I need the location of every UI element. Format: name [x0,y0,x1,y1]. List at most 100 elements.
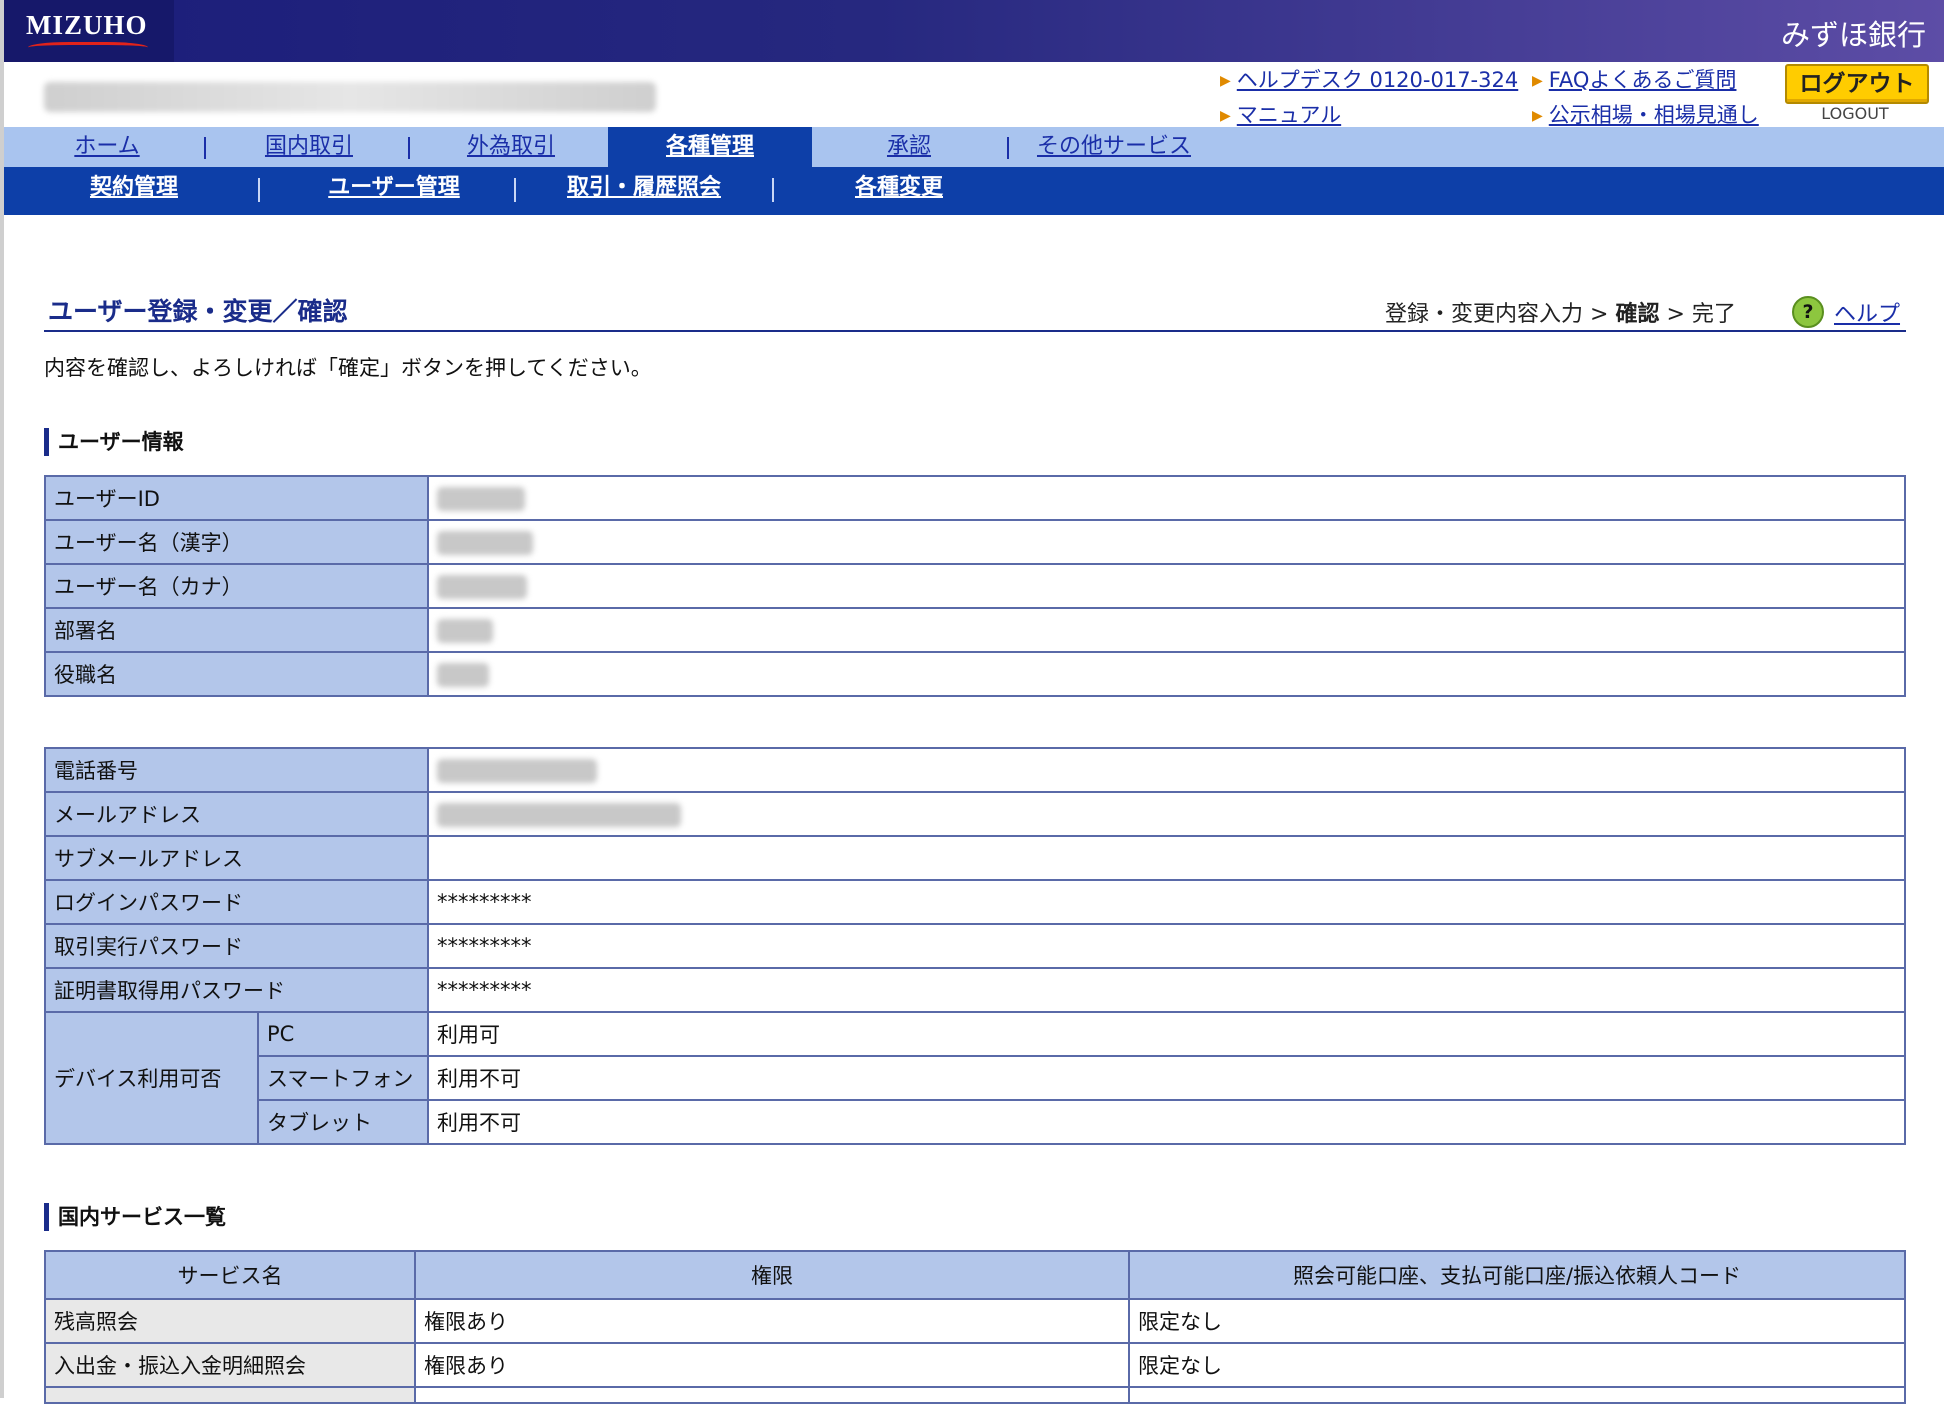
login-password-label: ログインパスワード [44,879,429,925]
table-row: ユーザーID [44,475,1906,521]
subtab-history[interactable]: 取引・履歴照会 [544,167,744,209]
service-permission: 権限あり [414,1298,1130,1344]
table-row: 部署名 [44,607,1906,653]
company-name-redacted [44,82,656,112]
table-row: 証明書取得用パスワード ********* [44,967,1906,1013]
table-row [44,1386,1906,1404]
arrow-right-icon: ▶ [1532,108,1543,124]
subtab-user-management[interactable]: ユーザー管理 [294,167,494,209]
table-row: デバイス利用可否 PC 利用可 [44,1011,1906,1145]
table-row: メールアドレス [44,791,1906,837]
tab-management[interactable]: 各種管理 [608,127,812,167]
tab-forex[interactable]: 外為取引 [444,127,578,167]
certificate-password-label: 証明書取得用パスワード [44,967,429,1013]
step-input: 登録・変更内容入力 [1385,302,1584,327]
nav-separator [772,178,774,202]
nav-separator [204,137,206,159]
device-availability-label: デバイス利用可否 [44,1011,259,1145]
device-pc-value: 利用可 [427,1011,1906,1057]
redacted-value [437,530,533,555]
faq-link-label: FAQよくあるご質問 [1548,68,1737,92]
tab-home[interactable]: ホーム [44,127,170,167]
redacted-value [437,574,527,599]
position-label: 役職名 [44,651,429,697]
table-row: ログインパスワード ********* [44,879,1906,925]
logo-swoosh-icon [28,42,148,53]
title-divider [44,330,1906,332]
redacted-value [437,662,489,687]
manual-link-label: マニュアル [1236,103,1342,127]
device-pc-label: PC [257,1011,429,1057]
service-accounts-partial [1128,1386,1906,1404]
login-password-value: ********* [427,879,1906,925]
email-value [427,791,1906,837]
user-id-value [427,475,1906,521]
contact-table: 電話番号 メールアドレス サブメールアドレス ログインパスワード *******… [44,747,1906,1145]
column-header-permission: 権限 [414,1250,1130,1300]
department-value [427,607,1906,653]
sub-email-label: サブメールアドレス [44,835,429,881]
device-smartphone-value: 利用不可 [427,1055,1906,1101]
market-link[interactable]: ▶ 公示相場・相場見通し [1532,99,1759,129]
help-link[interactable]: ヘルプ [1834,296,1900,328]
help-icon[interactable]: ? [1792,296,1824,328]
arrow-right-icon: ▶ [1220,108,1231,124]
market-link-label: 公示相場・相場見通し [1548,103,1759,127]
table-row: 役職名 [44,651,1906,697]
column-header-service: サービス名 [44,1250,416,1300]
tab-approval[interactable]: 承認 [844,127,974,167]
service-name-partial [44,1386,416,1404]
section-heading-services: 国内サービス一覧 [44,1203,226,1231]
table-row: 取引実行パスワード ********* [44,923,1906,969]
table-row: 残高照会 権限あり 限定なし [44,1298,1906,1344]
user-id-label: ユーザーID [44,475,429,521]
nav-separator [514,178,516,202]
email-label: メールアドレス [44,791,429,837]
helpdesk-link[interactable]: ▶ ヘルプデスク 0120-017-324 [1220,64,1518,94]
step-confirm: 確認 [1615,302,1660,327]
main-nav: ホーム 国内取引 外為取引 各種管理 承認 その他サービス [4,127,1944,167]
device-smartphone-label: スマートフォン [257,1055,429,1101]
user-name-kanji-label: ユーザー名（漢字） [44,519,429,565]
arrow-right-icon: ▶ [1220,73,1231,89]
table-row: 電話番号 [44,747,1906,793]
helpdesk-link-label: ヘルプデスク 0120-017-324 [1236,68,1519,92]
user-name-kana-label: ユーザー名（カナ） [44,563,429,609]
tab-domestic[interactable]: 国内取引 [244,127,374,167]
redacted-value [437,486,525,511]
arrow-right-icon: ▶ [1532,73,1543,89]
faq-link[interactable]: ▶ FAQよくあるご質問 [1532,64,1736,94]
step-separator: > [1590,302,1609,327]
nav-separator [258,178,260,202]
logout-button[interactable]: ログアウト [1785,64,1929,104]
table-row: スマートフォン 利用不可 [45,1055,1906,1101]
table-header-row: サービス名 権限 照会可能口座、支払可能口座/振込依頼人コード [44,1250,1906,1300]
sub-nav: 契約管理 ユーザー管理 取引・履歴照会 各種変更 [4,167,1944,215]
step-separator: > [1666,302,1685,327]
redacted-value [437,758,597,783]
certificate-password-value: ********* [427,967,1906,1013]
subtab-changes[interactable]: 各種変更 [814,167,984,209]
transaction-password-value: ********* [427,923,1906,969]
device-tablet-value: 利用不可 [427,1099,1906,1145]
user-name-kanji-value [427,519,1906,565]
progress-steps: 登録・変更内容入力 > 確認 > 完了 [1385,296,1736,328]
logout-sub-label: LOGOUT [1821,104,1889,123]
tab-other-services[interactable]: その他サービス [1024,127,1204,167]
redacted-value [437,618,493,643]
phone-value [427,747,1906,793]
redacted-value [437,802,681,827]
bank-name: みずほ銀行 [1780,18,1926,52]
nav-separator [408,137,410,159]
user-name-kana-value [427,563,1906,609]
mizuho-logo[interactable]: MIZUHO [26,10,148,41]
table-row: タブレット 利用不可 [45,1099,1906,1145]
column-header-accounts: 照会可能口座、支払可能口座/振込依頼人コード [1128,1250,1906,1300]
service-permission-partial [414,1386,1130,1404]
service-name: 入出金・振込入金明細照会 [44,1342,416,1388]
subtab-contract[interactable]: 契約管理 [64,167,204,209]
top-bar: MIZUHO みずほ銀行 [4,0,1944,62]
page-title: ユーザー登録・変更／確認 [48,297,348,326]
manual-link[interactable]: ▶ マニュアル [1220,99,1341,129]
service-accounts: 限定なし [1128,1298,1906,1344]
